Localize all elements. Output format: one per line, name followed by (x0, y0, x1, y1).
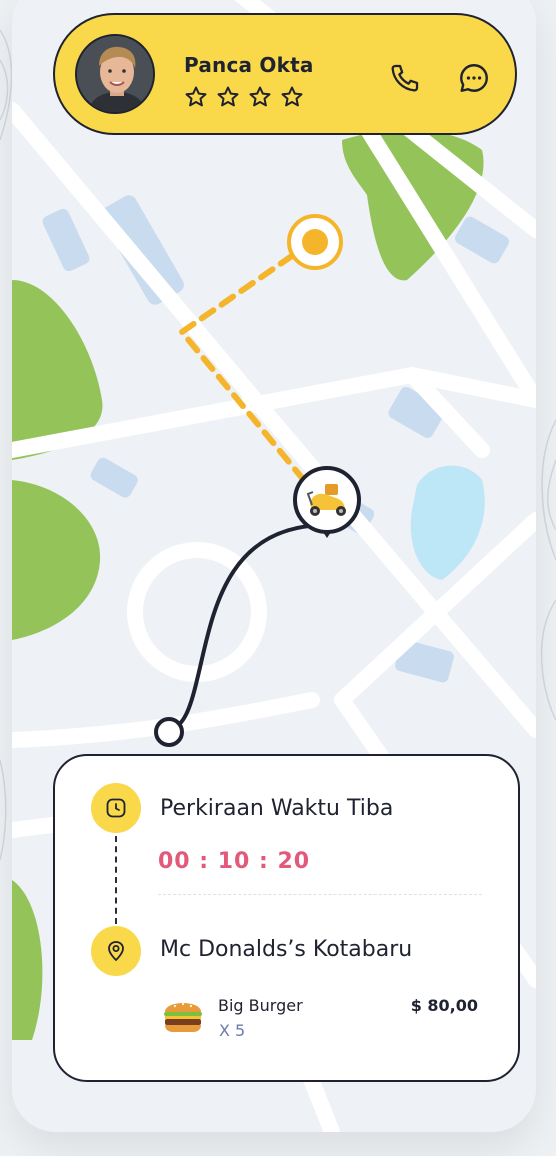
burger-icon (164, 1002, 202, 1032)
eta-badge (91, 783, 141, 833)
delivery-info-card: Perkiraan Waktu Tiba 00 : 10 : 20 Mc Don… (53, 754, 520, 1082)
item-price: $ 80,00 (410, 996, 478, 1015)
start-point-icon (154, 717, 184, 747)
item-quantity: X 5 (219, 1021, 246, 1040)
star-icon (249, 86, 271, 107)
phone-frame: Panca Okta Perkiraan Waktu Tiba 00: 10 … (12, 0, 536, 1132)
rating-stars (184, 85, 304, 109)
chat-bubble-icon (460, 64, 488, 92)
location-badge (91, 926, 141, 976)
timeline-connector (115, 836, 117, 924)
driver-card: Panca Okta (53, 13, 517, 135)
item-name: Big Burger (218, 996, 303, 1015)
star-icon (185, 86, 207, 107)
destination-pin-icon[interactable] (287, 214, 343, 270)
call-button[interactable] (385, 58, 425, 98)
phone-icon (391, 64, 419, 92)
eta-label: Perkiraan Waktu Tiba (160, 796, 394, 821)
restaurant-name: Mc Donalds’s Kotabaru (160, 937, 413, 962)
divider (158, 894, 482, 895)
clock-icon (106, 798, 126, 818)
chat-button[interactable] (454, 58, 494, 98)
eta-countdown: 00 : 10 : 20 (158, 849, 311, 874)
star-icon (217, 86, 239, 107)
location-pin-icon (108, 941, 124, 961)
driver-avatar (75, 34, 155, 114)
star-icon (281, 86, 303, 107)
driver-name: Panca Okta (184, 53, 314, 77)
